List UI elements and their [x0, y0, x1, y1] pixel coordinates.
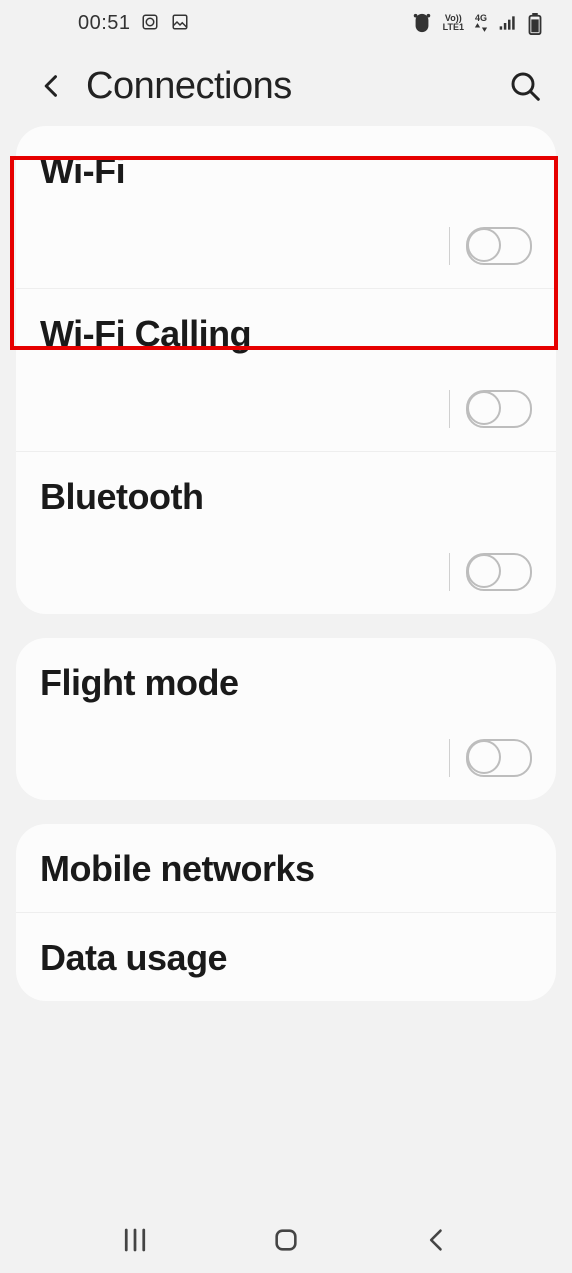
- chevron-left-icon: [423, 1226, 451, 1254]
- network-gen: 4G: [475, 14, 487, 23]
- network-gen-indicator: 4G: [474, 14, 488, 32]
- toggle-separator: [449, 227, 450, 265]
- search-icon: [509, 70, 541, 102]
- item-wifi-calling[interactable]: Wi-Fi Calling: [16, 288, 556, 451]
- alarm-icon: [411, 12, 433, 34]
- search-button[interactable]: [504, 65, 546, 107]
- toggle-separator: [449, 739, 450, 777]
- status-right: Vo)) LTE1 4G: [411, 12, 548, 34]
- battery-icon: [528, 13, 548, 33]
- settings-list: Wi-Fi Wi-Fi Calling Bluetooth Flight mod…: [0, 126, 572, 1001]
- page-title: Connections: [86, 65, 292, 108]
- toggle-row: [40, 552, 532, 592]
- card-group-1: Wi-Fi Wi-Fi Calling Bluetooth: [16, 126, 556, 614]
- flight-mode-toggle[interactable]: [466, 739, 532, 777]
- home-icon: [272, 1226, 300, 1254]
- wifi-calling-toggle[interactable]: [466, 390, 532, 428]
- item-title: Mobile networks: [40, 848, 532, 890]
- card-group-3: Mobile networks Data usage: [16, 824, 556, 1001]
- nav-back-button[interactable]: [412, 1215, 462, 1265]
- item-title: Bluetooth: [40, 476, 532, 518]
- item-data-usage[interactable]: Data usage: [16, 912, 556, 1001]
- toggle-row: [40, 226, 532, 266]
- toggle-separator: [449, 390, 450, 428]
- status-bar: 00:51 Vo)) LTE1 4G: [0, 0, 572, 46]
- chevron-left-icon: [38, 72, 66, 100]
- item-wifi[interactable]: Wi-Fi: [16, 126, 556, 288]
- status-clock: 00:51: [78, 12, 131, 35]
- toggle-separator: [449, 553, 450, 591]
- item-title: Flight mode: [40, 662, 532, 704]
- home-button[interactable]: [261, 1215, 311, 1265]
- updown-icon: [474, 23, 488, 32]
- bluetooth-toggle[interactable]: [466, 553, 532, 591]
- signal-icon: [498, 13, 518, 33]
- toggle-row: [40, 389, 532, 429]
- item-mobile-networks[interactable]: Mobile networks: [16, 824, 556, 912]
- volte-indicator: Vo)) LTE1: [443, 14, 464, 32]
- volte-bot: LTE1: [443, 23, 464, 32]
- app-header: Connections: [0, 46, 572, 126]
- item-flight-mode[interactable]: Flight mode: [16, 638, 556, 800]
- recents-button[interactable]: [110, 1215, 160, 1265]
- card-group-2: Flight mode: [16, 638, 556, 800]
- gallery-icon: [171, 13, 191, 33]
- clock-icon: [141, 13, 161, 33]
- status-left: 00:51: [78, 12, 191, 35]
- recents-icon: [120, 1225, 150, 1255]
- system-nav-bar: [0, 1207, 572, 1273]
- item-title: Wi-Fi Calling: [40, 313, 532, 355]
- item-bluetooth[interactable]: Bluetooth: [16, 451, 556, 614]
- toggle-row: [40, 738, 532, 778]
- wifi-toggle[interactable]: [466, 227, 532, 265]
- item-title: Wi-Fi: [40, 150, 532, 192]
- back-button[interactable]: [32, 66, 72, 106]
- item-title: Data usage: [40, 937, 532, 979]
